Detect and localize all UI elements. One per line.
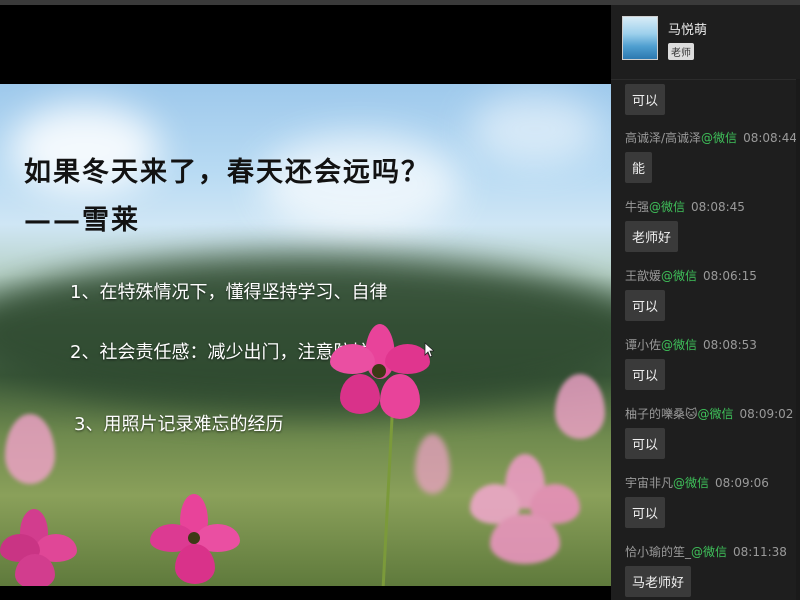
message-source: @微信 xyxy=(661,269,698,283)
message-bubble: 可以 xyxy=(625,359,666,390)
message-user: 恰小瑜的笙_ xyxy=(625,545,692,559)
message-user: 高诚泽/高诚泽 xyxy=(625,131,702,145)
message-time: 08:09:02 xyxy=(739,407,794,421)
message-meta: 柚子的嚛桑🐱@微信 08:09:02 xyxy=(625,405,793,422)
message-user: 牛强 xyxy=(625,200,650,214)
pink-flower xyxy=(415,434,450,494)
message-source: @微信 xyxy=(673,476,710,490)
message-meta: 恰小瑜的笙_@微信 08:11:38 xyxy=(625,543,787,560)
slide-title: 如果冬天来了，春天还会远吗？ xyxy=(24,157,430,188)
message-time: 08:09:06 xyxy=(715,476,769,490)
message-bubble: 可以 xyxy=(625,84,666,115)
chat-panel: 马悦萌 老师 可以 高诚泽/高诚泽@微信 08:08:44 能 牛强@微信 08:0… xyxy=(611,5,800,600)
slide-point-2: 2、社会责任感：减少出门，注意防护 xyxy=(70,342,370,363)
message-meta: 王歆媛@微信 08:06:15 xyxy=(625,267,757,284)
host-avatar[interactable] xyxy=(622,16,658,60)
cloud xyxy=(470,94,600,164)
message-bubble: 可以 xyxy=(625,290,666,321)
message-user: 王歆媛 xyxy=(625,269,662,283)
pink-flower xyxy=(0,414,60,484)
slide-author: ——雪莱 xyxy=(24,205,140,236)
message-source: @微信 xyxy=(697,407,734,421)
message-meta: 谭小佐@微信 08:08:53 xyxy=(625,336,757,353)
host-role-badge: 老师 xyxy=(668,43,694,60)
chat-scrollbar[interactable] xyxy=(796,79,800,600)
message-user: 柚子的嚛桑🐱 xyxy=(625,407,698,421)
message-meta: 牛强@微信 08:08:45 xyxy=(625,198,745,215)
slide: 如果冬天来了，春天还会远吗？ ——雪莱 1、在特殊情况下，懂得坚持学习、自律 2… xyxy=(0,84,611,586)
message-source: @微信 xyxy=(649,200,686,214)
message-time: 08:11:38 xyxy=(733,545,787,559)
message-time: 08:06:15 xyxy=(703,269,757,283)
message-bubble: 能 xyxy=(625,152,653,183)
pink-flower xyxy=(470,454,580,564)
message-source: @微信 xyxy=(691,545,728,559)
message-source: @微信 xyxy=(701,131,738,145)
slide-point-1: 1、在特殊情况下，懂得坚持学习、自律 xyxy=(70,282,388,303)
presentation-stage: 如果冬天来了，春天还会远吗？ ——雪莱 1、在特殊情况下，懂得坚持学习、自律 2… xyxy=(0,5,611,600)
flower-stem xyxy=(381,414,394,586)
pink-flower xyxy=(555,374,610,439)
message-bubble: 可以 xyxy=(625,497,666,528)
message-meta: 宇宙非凡@微信 08:09:06 xyxy=(625,474,769,491)
message-bubble: 可以 xyxy=(625,428,666,459)
message-source: @微信 xyxy=(661,338,698,352)
pink-flower xyxy=(150,494,240,584)
message-time: 08:08:44 xyxy=(743,131,797,145)
chat-header: 马悦萌 老师 xyxy=(611,5,800,80)
message-user: 宇宙非凡 xyxy=(625,476,674,490)
message-time: 08:08:45 xyxy=(691,200,745,214)
message-user: 谭小佐 xyxy=(625,338,662,352)
host-name: 马悦萌 xyxy=(668,23,708,38)
message-time: 08:08:53 xyxy=(703,338,757,352)
slide-point-3: 3、用照片记录难忘的经历 xyxy=(74,414,284,435)
message-bubble: 马老师好 xyxy=(625,566,692,597)
message-meta: 高诚泽/高诚泽@微信 08:08:44 xyxy=(625,129,797,146)
mouse-pointer-icon xyxy=(424,342,434,358)
pink-flower xyxy=(330,324,430,434)
pink-flower xyxy=(0,509,80,586)
message-bubble: 老师好 xyxy=(625,221,679,252)
